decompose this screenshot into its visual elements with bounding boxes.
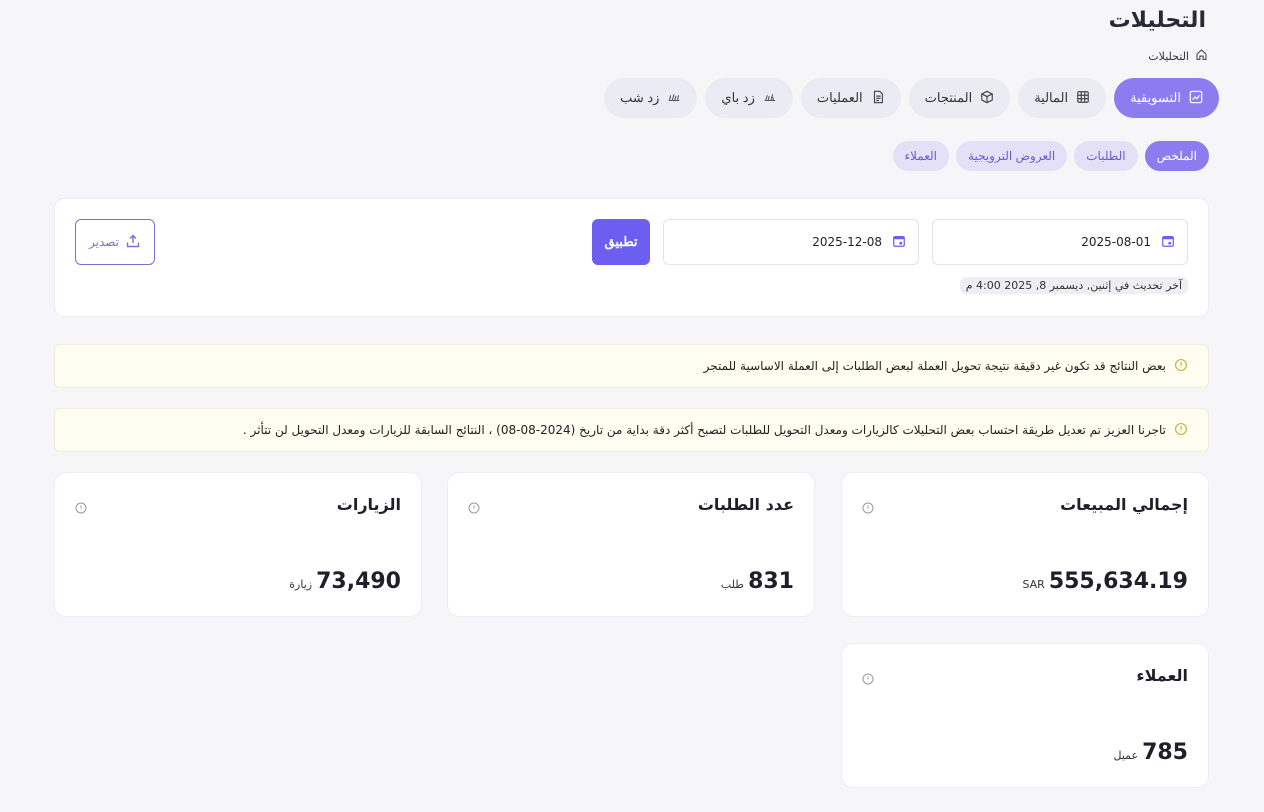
document-icon: [871, 90, 885, 107]
tab-label: العمليات: [816, 90, 863, 105]
stat-unit: طلب: [720, 578, 745, 591]
date-from-value: 2025-08-01: [1081, 235, 1151, 249]
stat-unit: عميل: [1113, 749, 1139, 762]
stat-card-customers: العملاء 785 عميل: [841, 643, 1209, 788]
info-icon[interactable]: [468, 499, 480, 514]
date-to-field[interactable]: 2025-12-08: [663, 219, 919, 265]
stat-value: 831 طلب: [721, 569, 794, 594]
stat-card-visits: الزيارات 73,490 زيارة: [54, 472, 422, 617]
currency-notice: بعض النتائج قد تكون غير دقيقة نتيجة تحوي…: [54, 344, 1209, 388]
date-filter-card: 2025-08-01 2025-12-08 تطبيق تصدير آخر تح…: [54, 198, 1209, 317]
notice-text: بعض النتائج قد تكون غير دقيقة نتيجة تحوي…: [703, 359, 1166, 373]
info-icon[interactable]: [862, 670, 874, 685]
breadcrumb-current: التحليلات: [1148, 49, 1189, 63]
box-icon: [980, 90, 994, 107]
export-button[interactable]: تصدير: [75, 219, 155, 265]
date-from-field[interactable]: 2025-08-01: [932, 219, 1188, 265]
tab-label: زد باي: [721, 90, 755, 105]
tab-label: المالية: [1034, 90, 1069, 105]
stat-number: 73,490: [316, 569, 401, 594]
calendar-icon: [1161, 234, 1175, 251]
zid-pay-icon: [763, 90, 777, 107]
stat-card-sales: إجمالي المبيعات 555,634.19 SAR: [841, 472, 1209, 617]
table-grid-icon: [1076, 90, 1090, 107]
page-title: التحليلات: [1108, 8, 1206, 33]
stat-value: 73,490 زيارة: [289, 569, 401, 594]
stat-card-orders: عدد الطلبات 831 طلب: [447, 472, 815, 617]
tab-operations[interactable]: العمليات: [800, 78, 901, 118]
breadcrumb: التحليلات: [1148, 48, 1208, 64]
subtab-orders[interactable]: الطلبات: [1074, 141, 1138, 171]
main-tabs: التسويقية المالية المنتجات العمليات زد ب…: [604, 78, 1219, 118]
stat-title: العملاء: [1136, 666, 1188, 685]
stat-unit: زيارة: [289, 578, 313, 591]
date-to-value: 2025-12-08: [812, 235, 882, 249]
stat-number: 555,634.19: [1048, 569, 1188, 594]
last-updated-text: آخر تحديث في إثنين, ديسمبر 8, 2025 4:00 …: [959, 277, 1188, 294]
notice-text: تاجرنا العزيز تم تعديل طريقة احتساب بعض …: [242, 423, 1166, 437]
apply-button[interactable]: تطبيق: [592, 219, 650, 265]
zid-ship-icon: [667, 90, 681, 107]
tab-label: المنتجات: [924, 90, 973, 105]
info-icon[interactable]: [862, 499, 874, 514]
stat-value: 555,634.19 SAR: [1022, 569, 1188, 594]
stat-title: الزيارات: [336, 495, 401, 514]
stat-unit: SAR: [1022, 578, 1045, 591]
sub-tabs: الملخص الطلبات العروض الترويجية العملاء: [892, 141, 1209, 171]
info-icon[interactable]: [75, 499, 87, 514]
calculation-notice: تاجرنا العزيز تم تعديل طريقة احتساب بعض …: [54, 408, 1209, 452]
stat-value: 785 عميل: [1113, 740, 1188, 765]
tab-finance[interactable]: المالية: [1018, 78, 1107, 118]
subtab-summary[interactable]: الملخص: [1144, 141, 1209, 171]
export-label: تصدير: [89, 235, 120, 249]
stat-title: إجمالي المبيعات: [1060, 495, 1188, 514]
stat-number: 785: [1142, 740, 1188, 765]
calendar-icon: [892, 234, 906, 251]
tab-label: التسويقية: [1130, 90, 1181, 105]
tab-zid-pay[interactable]: زد باي: [705, 78, 793, 118]
home-icon[interactable]: [1195, 48, 1208, 64]
stat-number: 831: [748, 569, 794, 594]
tab-products[interactable]: المنتجات: [908, 78, 1011, 118]
subtab-promotions[interactable]: العروض الترويجية: [956, 141, 1068, 171]
tab-marketing[interactable]: التسويقية: [1114, 78, 1219, 118]
tab-label: زد شب: [620, 90, 660, 105]
subtab-customers[interactable]: العملاء: [892, 141, 950, 171]
chart-line-icon: [1189, 90, 1203, 107]
info-circle-icon: [1174, 422, 1188, 439]
upload-icon: [125, 233, 141, 252]
info-circle-icon: [1174, 358, 1188, 375]
tab-zid-ship[interactable]: زد شب: [604, 78, 698, 118]
stat-title: عدد الطلبات: [697, 495, 794, 514]
